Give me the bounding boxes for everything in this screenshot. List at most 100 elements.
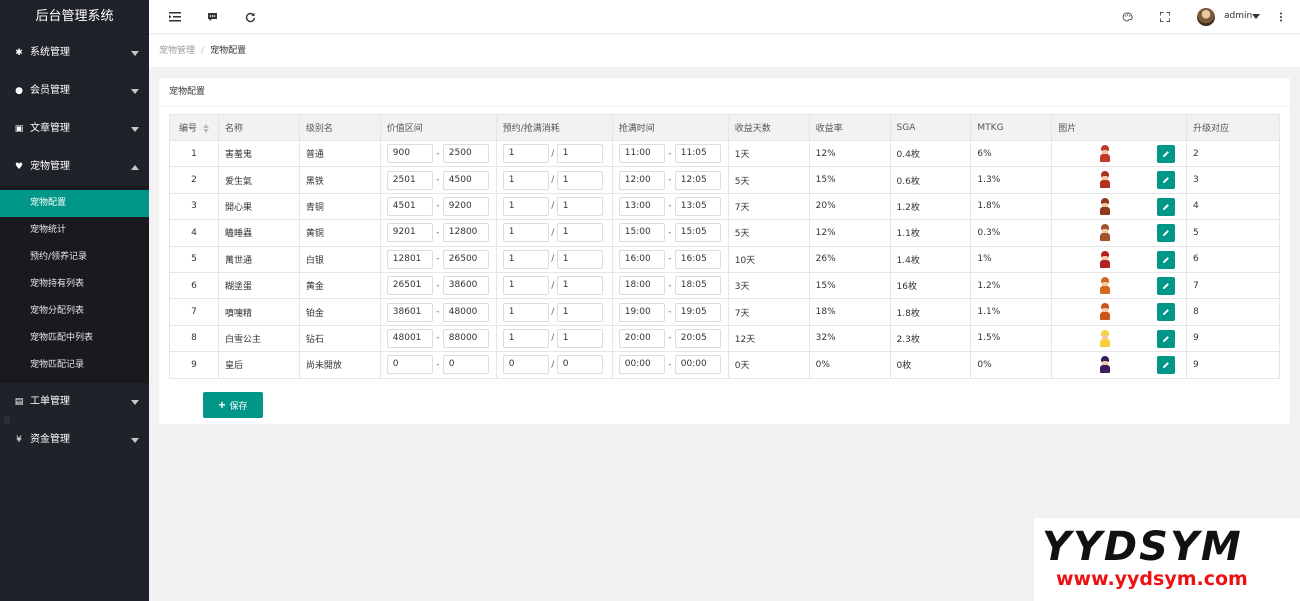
cost-reserve-input[interactable]: 0 bbox=[502, 355, 549, 375]
time-end-input[interactable]: 15:05 bbox=[674, 223, 721, 243]
value-min-input[interactable]: 9201 bbox=[386, 223, 433, 243]
cost-grab-input[interactable]: 1 bbox=[556, 249, 603, 269]
time-start-input[interactable]: 19:00 bbox=[618, 302, 665, 322]
sidebar-item-holdings[interactable]: 宠物持有列表 bbox=[0, 271, 149, 298]
cost-grab-input[interactable]: 0 bbox=[556, 355, 603, 375]
edit-image-button[interactable] bbox=[1157, 329, 1176, 348]
value-max-input[interactable]: 9200 bbox=[442, 196, 489, 216]
cell-cost: 0/0 bbox=[495, 351, 613, 379]
value-min-input[interactable]: 48001 bbox=[386, 328, 433, 348]
nav-label: 资金管理 bbox=[30, 434, 70, 445]
refresh-icon[interactable] bbox=[242, 9, 258, 25]
value-max-input[interactable]: 88000 bbox=[442, 328, 489, 348]
sidebar-item-reservations[interactable]: 预约/领养记录 bbox=[0, 244, 149, 271]
time-end-input[interactable]: 18:05 bbox=[674, 276, 721, 296]
cell-name: 開心果 bbox=[217, 192, 300, 221]
cost-grab-input[interactable]: 1 bbox=[556, 328, 603, 348]
cost-reserve-input[interactable]: 1 bbox=[502, 144, 549, 164]
edit-image-button[interactable] bbox=[1157, 171, 1176, 190]
chevron-down-icon[interactable] bbox=[1252, 14, 1260, 19]
user-name[interactable]: admin bbox=[1224, 11, 1252, 21]
value-min-input[interactable]: 26501 bbox=[386, 276, 433, 296]
sidebar-item-pet-config[interactable]: 宠物配置 bbox=[0, 190, 149, 217]
value-max-input[interactable]: 12800 bbox=[442, 223, 489, 243]
cell-id: 7 bbox=[169, 298, 219, 326]
value-max-input[interactable]: 0 bbox=[442, 355, 489, 375]
cost-grab-input[interactable]: 1 bbox=[556, 276, 603, 296]
cost-grab-input[interactable]: 1 bbox=[556, 170, 603, 190]
nav-tickets[interactable]: ▤ 工单管理 bbox=[0, 383, 149, 421]
time-end-input[interactable]: 00:00 bbox=[674, 355, 721, 375]
value-min-input[interactable]: 38601 bbox=[386, 302, 433, 322]
cost-reserve-input[interactable]: 1 bbox=[502, 223, 549, 243]
time-end-input[interactable]: 19:05 bbox=[674, 302, 721, 322]
nav-articles[interactable]: ▣ 文章管理 bbox=[0, 110, 149, 148]
time-end-input[interactable]: 20:05 bbox=[674, 328, 721, 348]
time-start-input[interactable]: 11:00 bbox=[618, 144, 665, 164]
time-start-input[interactable]: 00:00 bbox=[618, 355, 665, 375]
edit-image-button[interactable] bbox=[1157, 145, 1176, 163]
cost-reserve-input[interactable]: 1 bbox=[502, 302, 549, 322]
cost-reserve-input[interactable]: 1 bbox=[502, 170, 549, 190]
value-min-input[interactable]: 12801 bbox=[386, 249, 433, 269]
theme-icon[interactable] bbox=[1119, 9, 1135, 25]
cost-reserve-input[interactable]: 1 bbox=[502, 249, 549, 269]
edit-image-button[interactable] bbox=[1157, 224, 1176, 243]
avatar[interactable] bbox=[1197, 8, 1215, 26]
time-end-input[interactable]: 13:05 bbox=[674, 196, 721, 216]
value-max-input[interactable]: 38600 bbox=[442, 276, 489, 296]
save-button[interactable]: + 保存 bbox=[203, 392, 263, 418]
cost-slash: / bbox=[551, 201, 555, 212]
value-min-input[interactable]: 0 bbox=[386, 355, 433, 375]
cost-reserve-input[interactable]: 1 bbox=[502, 196, 549, 216]
sort-icon[interactable] bbox=[202, 124, 209, 133]
breadcrumb-parent[interactable]: 宠物管理 bbox=[159, 46, 195, 56]
cell-id: 3 bbox=[169, 192, 219, 221]
edit-image-button[interactable] bbox=[1157, 197, 1176, 216]
cost-grab-input[interactable]: 1 bbox=[556, 144, 603, 164]
cost-grab-input[interactable]: 1 bbox=[556, 302, 603, 322]
sidebar-item-pet-stats[interactable]: 宠物统计 bbox=[0, 217, 149, 244]
edit-image-button[interactable] bbox=[1157, 356, 1176, 375]
nav-system[interactable]: ✱ 系统管理 bbox=[0, 34, 149, 72]
edit-image-button[interactable] bbox=[1157, 276, 1176, 295]
nav-pets[interactable]: ♥ 宠物管理 bbox=[0, 148, 149, 186]
nav-members[interactable]: ● 会员管理 bbox=[0, 72, 149, 110]
col-id[interactable]: 编号 bbox=[169, 114, 219, 141]
edit-image-button[interactable] bbox=[1157, 250, 1176, 269]
time-start-input[interactable]: 16:00 bbox=[618, 249, 665, 269]
table-row: 9 皇后 尚未開放 0-0 0/0 00:00-00:00 0天 0% 0枚 0% 9 bbox=[169, 351, 1280, 379]
value-max-input[interactable]: 4500 bbox=[442, 170, 489, 190]
edit-image-button[interactable] bbox=[1157, 303, 1176, 322]
time-end-input[interactable]: 11:05 bbox=[674, 144, 721, 164]
cost-reserve-input[interactable]: 1 bbox=[502, 328, 549, 348]
nav-funds[interactable]: ¥ 资金管理 bbox=[0, 421, 149, 459]
time-end-input[interactable]: 16:05 bbox=[674, 249, 721, 269]
time-start-input[interactable]: 18:00 bbox=[618, 276, 665, 296]
time-end-input[interactable]: 12:05 bbox=[674, 170, 721, 190]
sidebar-item-matching[interactable]: 宠物匹配中列表 bbox=[0, 325, 149, 352]
cost-reserve-input[interactable]: 1 bbox=[502, 276, 549, 296]
value-min-input[interactable]: 900 bbox=[386, 144, 433, 164]
fullscreen-icon[interactable] bbox=[1157, 9, 1173, 25]
time-start-input[interactable]: 15:00 bbox=[618, 223, 665, 243]
more-vertical-icon[interactable] bbox=[1273, 9, 1289, 25]
value-min-input[interactable]: 2501 bbox=[386, 170, 433, 190]
cell-mtkg: 1.2% bbox=[970, 271, 1053, 300]
value-min-input[interactable]: 4501 bbox=[386, 196, 433, 216]
sidebar-item-match-records[interactable]: 宠物匹配记录 bbox=[0, 352, 149, 379]
time-start-input[interactable]: 13:00 bbox=[618, 196, 665, 216]
cell-value-range: 48001-88000 bbox=[379, 324, 497, 353]
cost-grab-input[interactable]: 1 bbox=[556, 196, 603, 216]
time-start-input[interactable]: 20:00 bbox=[618, 328, 665, 348]
cell-level: 黄金 bbox=[298, 271, 381, 300]
menu-toggle-icon[interactable] bbox=[167, 9, 183, 25]
cost-grab-input[interactable]: 1 bbox=[556, 223, 603, 243]
cell-time: 20:00-20:05 bbox=[611, 324, 729, 353]
message-icon[interactable] bbox=[204, 9, 220, 25]
time-start-input[interactable]: 12:00 bbox=[618, 170, 665, 190]
sidebar-item-allocations[interactable]: 宠物分配列表 bbox=[0, 298, 149, 325]
value-max-input[interactable]: 2500 bbox=[442, 144, 489, 164]
value-max-input[interactable]: 26500 bbox=[442, 249, 489, 269]
value-max-input[interactable]: 48000 bbox=[442, 302, 489, 322]
